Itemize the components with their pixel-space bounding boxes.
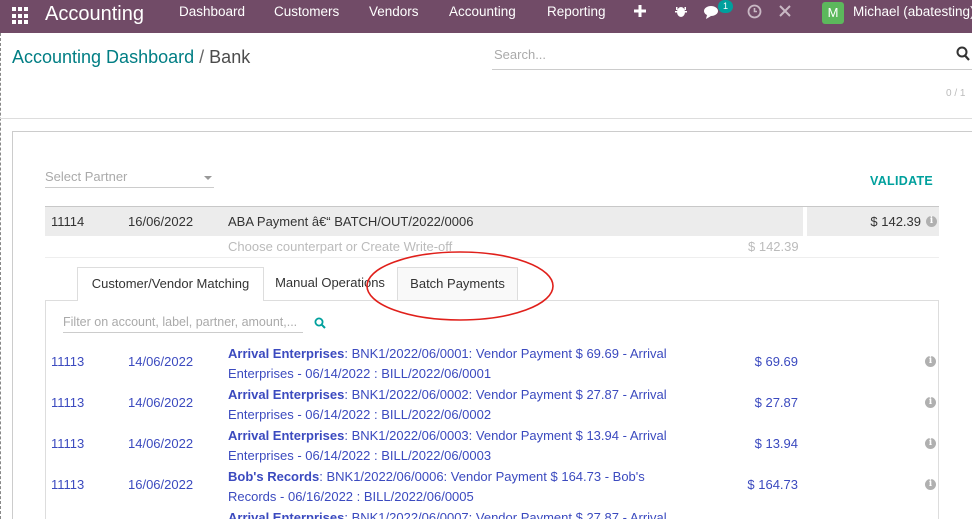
bug-icon[interactable] (674, 4, 688, 18)
row-amount: $ 69.69 (754, 354, 798, 369)
breadcrumb-separator: / (199, 47, 205, 67)
counterpart-row: Choose counterpart or Create Write-off $… (45, 236, 939, 258)
row-date: 14/06/2022 (128, 395, 194, 410)
counterpart-label: Choose counterpart or Create Write-off (228, 239, 453, 254)
row-label: Arrival Enterprises: BNK1/2022/06/0003: … (228, 426, 673, 466)
row-date: 14/06/2022 (128, 436, 194, 451)
statement-line-amount: $ 142.39 (870, 214, 921, 229)
plus-icon[interactable] (634, 5, 646, 17)
row-partner: Arrival Enterprises (228, 428, 345, 443)
row-label: Bob's Records: BNK1/2022/06/0006: Vendor… (228, 467, 673, 507)
menu-dashboard[interactable]: Dashboard (179, 0, 245, 26)
info-icon[interactable]: i (925, 479, 936, 490)
table-row[interactable]: 11113 16/06/2022 Bob's Records: BNK1/202… (45, 464, 939, 505)
row-date: 14/06/2022 (128, 354, 194, 369)
chat-badge: 1 (718, 0, 733, 13)
row-label: Arrival Enterprises: BNK1/2022/06/0001: … (228, 344, 673, 384)
tab-manual-operations[interactable]: Manual Operations (265, 267, 395, 300)
row-label: Arrival Enterprises: BNK1/2022/06/0007: … (228, 508, 673, 519)
breadcrumb-parent[interactable]: Accounting Dashboard (12, 47, 194, 67)
row-amount: $ 164.73 (747, 477, 798, 492)
search-icon[interactable] (956, 46, 970, 62)
row-partner: Arrival Enterprises (228, 346, 345, 361)
tools-icon[interactable] (778, 4, 792, 18)
table-row[interactable]: 11113 14/06/2022 Arrival Enterprises: BN… (45, 382, 939, 423)
partner-select[interactable]: Select Partner (45, 167, 214, 188)
table-row[interactable]: 11113 14/06/2022 Arrival Enterprises: BN… (45, 423, 939, 464)
reconcile-tabs: Customer/Vendor Matching Manual Operatio… (45, 265, 939, 301)
validate-button[interactable]: VALIDATE (870, 174, 933, 188)
search-bar (492, 42, 972, 70)
info-icon[interactable]: i (926, 216, 937, 227)
caret-down-icon (204, 176, 212, 180)
counterpart-amount: $ 142.39 (748, 239, 799, 254)
app-brand[interactable]: Accounting (45, 1, 144, 27)
tab-batch-payments[interactable]: Batch Payments (397, 267, 518, 300)
statement-line-id: 11114 (51, 214, 85, 229)
search-input[interactable] (492, 42, 932, 66)
left-edge (0, 33, 2, 519)
pager[interactable]: 0 / 1 (946, 88, 965, 99)
info-icon[interactable]: i (925, 397, 936, 408)
tab-customer-vendor-matching[interactable]: Customer/Vendor Matching (77, 267, 264, 301)
row-amount: $ 27.87 (754, 395, 798, 410)
avatar[interactable]: M (822, 2, 844, 24)
menu-customers[interactable]: Customers (274, 0, 339, 26)
row-date: 16/06/2022 (128, 477, 194, 492)
menu-vendors[interactable]: Vendors (369, 0, 419, 26)
row-id: 11113 (51, 477, 85, 492)
row-id: 11113 (51, 354, 85, 369)
info-icon[interactable]: i (925, 356, 936, 367)
row-label: Arrival Enterprises: BNK1/2022/06/0002: … (228, 385, 673, 425)
statement-line-date: 16/06/2022 (128, 214, 194, 229)
info-icon[interactable]: i (925, 438, 936, 449)
row-partner: Arrival Enterprises (228, 510, 345, 519)
breadcrumb: Accounting Dashboard / Bank (12, 47, 250, 68)
search-icon[interactable] (314, 317, 326, 329)
control-panel-divider (0, 118, 972, 119)
menu-accounting[interactable]: Accounting (449, 0, 516, 26)
partner-select-placeholder: Select Partner (45, 169, 128, 184)
statement-line-label: ABA Payment â€“ BATCH/OUT/2022/0006 (228, 214, 474, 229)
row-description: : BNK1/2022/06/0007: Vendor Payment $ 27… (344, 510, 667, 519)
row-id: 11113 (51, 395, 85, 410)
top-navbar: Accounting Dashboard Customers Vendors A… (0, 0, 972, 33)
filter-input[interactable]: Filter on account, label, partner, amoun… (63, 313, 303, 333)
row-amount: $ 13.94 (754, 436, 798, 451)
table-row[interactable]: Arrival Enterprises: BNK1/2022/06/0007: … (45, 505, 939, 519)
table-row[interactable]: 11113 14/06/2022 Arrival Enterprises: BN… (45, 341, 939, 382)
user-menu[interactable]: Michael (abatesting) (853, 0, 972, 24)
clock-icon[interactable] (747, 4, 762, 19)
statement-line[interactable]: 11114 16/06/2022 ABA Payment â€“ BATCH/O… (45, 206, 939, 236)
row-id: 11113 (51, 436, 85, 451)
row-partner: Arrival Enterprises (228, 387, 345, 402)
row-partner: Bob's Records (228, 469, 320, 484)
menu-reporting[interactable]: Reporting (547, 0, 606, 26)
breadcrumb-current: Bank (209, 47, 251, 67)
apps-menu-icon[interactable] (12, 7, 30, 25)
